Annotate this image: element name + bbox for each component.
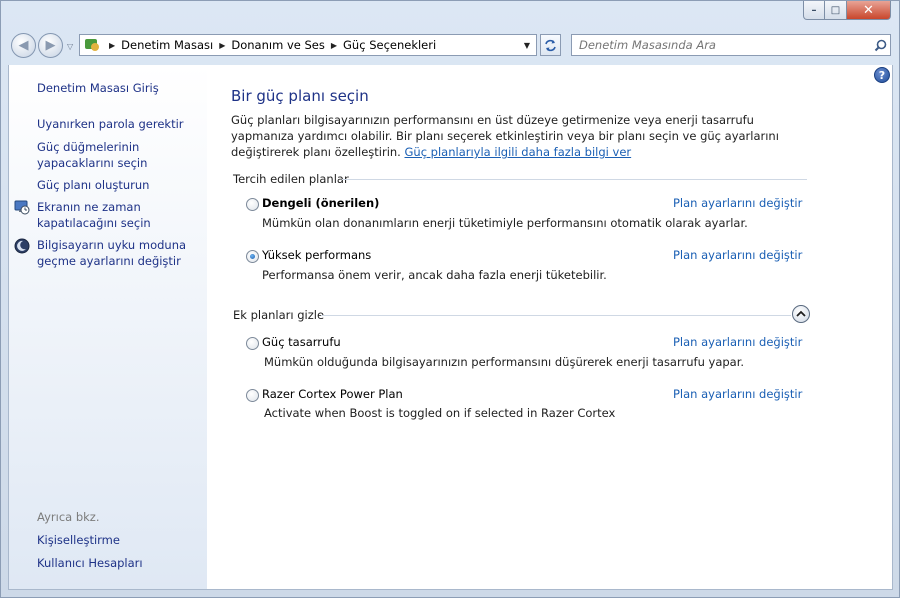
address-bar[interactable]: ▶ Denetim Masası ▶ Donanım ve Ses ▶ Güç … bbox=[79, 34, 537, 56]
plan-name-razer-cortex[interactable]: Razer Cortex Power Plan bbox=[262, 387, 403, 401]
breadcrumb-donanim-ve-ses[interactable]: Donanım ve Ses bbox=[231, 38, 324, 52]
sidebar-link-sleep-settings[interactable]: Bilgisayarın uyku moduna geçme ayarların… bbox=[37, 237, 187, 269]
plan-desc-balanced: Mümkün olan donanımların enerji tüketimi… bbox=[262, 216, 748, 230]
search-input[interactable] bbox=[572, 38, 870, 52]
plan-radio-balanced[interactable] bbox=[246, 198, 259, 211]
sidebar-home-link[interactable]: Denetim Masası Giriş bbox=[37, 80, 159, 96]
back-button[interactable]: ◀ bbox=[11, 33, 36, 58]
navigation-bar: ◀ ▶ ▽ ▶ Denetim Masası ▶ Donanım ve Ses … bbox=[1, 29, 899, 63]
change-settings-link-high-performance[interactable]: Plan ayarlarını değiştir bbox=[673, 248, 802, 262]
change-settings-link-power-saver[interactable]: Plan ayarlarını değiştir bbox=[673, 335, 802, 349]
forward-button[interactable]: ▶ bbox=[38, 33, 63, 58]
search-box[interactable] bbox=[571, 34, 891, 56]
main-content: ? Bir güç planı seçin Güç planları bilgi… bbox=[207, 65, 893, 590]
control-panel-icon bbox=[83, 37, 103, 53]
chevron-up-icon bbox=[796, 310, 806, 317]
breadcrumb-denetim-masasi[interactable]: Denetim Masası bbox=[121, 38, 213, 52]
collapse-extra-plans-button[interactable] bbox=[792, 305, 810, 323]
plan-desc-high-performance: Performansa önem verir, ancak daha fazla… bbox=[262, 268, 607, 282]
more-info-link[interactable]: Güç planlarıyla ilgili daha fazla bilgi … bbox=[405, 145, 632, 159]
page-description: Güç planları bilgisayarınızın performans… bbox=[231, 113, 779, 159]
plan-desc-power-saver: Mümkün olduğunda bilgisayarınızın perfor… bbox=[264, 355, 745, 369]
breadcrumb-separator-icon[interactable]: ▶ bbox=[331, 41, 337, 50]
plan-radio-high-performance[interactable] bbox=[246, 250, 259, 263]
control-panel-window: – □ ✕ ◀ ▶ ▽ ▶ Denetim Masası ▶ Donanım v… bbox=[0, 0, 900, 598]
plan-name-high-performance[interactable]: Yüksek performans bbox=[262, 248, 371, 262]
tasks-sidebar: Denetim Masası Giriş Uyanırken parola ge… bbox=[8, 65, 207, 590]
breadcrumb-guc-secenekleri[interactable]: Güç Seçenekleri bbox=[343, 38, 436, 52]
plan-desc-razer-cortex: Activate when Boost is toggled on if sel… bbox=[264, 406, 616, 420]
address-dropdown-icon[interactable]: ▼ bbox=[518, 41, 536, 50]
breadcrumb-separator-icon[interactable]: ▶ bbox=[109, 41, 115, 50]
sidebar-link-user-accounts[interactable]: Kullanıcı Hesapları bbox=[37, 555, 143, 571]
plan-radio-power-saver[interactable] bbox=[246, 337, 259, 350]
plan-radio-razer-cortex[interactable] bbox=[246, 389, 259, 402]
sidebar-link-display-off[interactable]: Ekranın ne zaman kapatılacağını seçin bbox=[37, 199, 157, 231]
refresh-button[interactable] bbox=[540, 34, 561, 56]
maximize-button[interactable]: □ bbox=[825, 1, 847, 20]
plan-name-power-saver[interactable]: Güç tasarrufu bbox=[262, 335, 341, 349]
recent-pages-chevron-icon[interactable]: ▽ bbox=[67, 42, 73, 51]
sidebar-link-create-plan[interactable]: Güç planı oluşturun bbox=[37, 177, 149, 193]
change-settings-link-balanced[interactable]: Plan ayarlarını değiştir bbox=[673, 196, 802, 210]
help-icon[interactable]: ? bbox=[874, 67, 890, 83]
change-settings-link-razer-cortex[interactable]: Plan ayarlarını değiştir bbox=[673, 387, 802, 401]
group-divider bbox=[321, 315, 791, 316]
page-title: Bir güç planı seçin bbox=[231, 87, 369, 105]
refresh-icon bbox=[545, 39, 556, 51]
search-icon[interactable] bbox=[870, 39, 890, 52]
see-also-label: Ayrıca bkz. bbox=[37, 510, 100, 524]
sidebar-link-power-buttons[interactable]: Güç düğmelerinin yapacaklarını seçin bbox=[37, 139, 157, 171]
extra-plans-header[interactable]: Ek planları gizle bbox=[233, 308, 324, 322]
moon-icon bbox=[14, 238, 30, 254]
close-button[interactable]: ✕ bbox=[847, 1, 891, 20]
preferred-plans-header: Tercih edilen planlar bbox=[233, 172, 349, 186]
minimize-button[interactable]: – bbox=[803, 1, 825, 20]
sidebar-link-require-password[interactable]: Uyanırken parola gerektir bbox=[37, 116, 184, 132]
monitor-clock-icon bbox=[14, 199, 30, 215]
plan-name-balanced[interactable]: Dengeli (önerilen) bbox=[262, 196, 379, 210]
sidebar-link-personalization[interactable]: Kişiselleştirme bbox=[37, 532, 120, 548]
caption-buttons: – □ ✕ bbox=[803, 1, 891, 20]
group-divider bbox=[342, 179, 807, 180]
breadcrumb-separator-icon[interactable]: ▶ bbox=[219, 41, 225, 50]
